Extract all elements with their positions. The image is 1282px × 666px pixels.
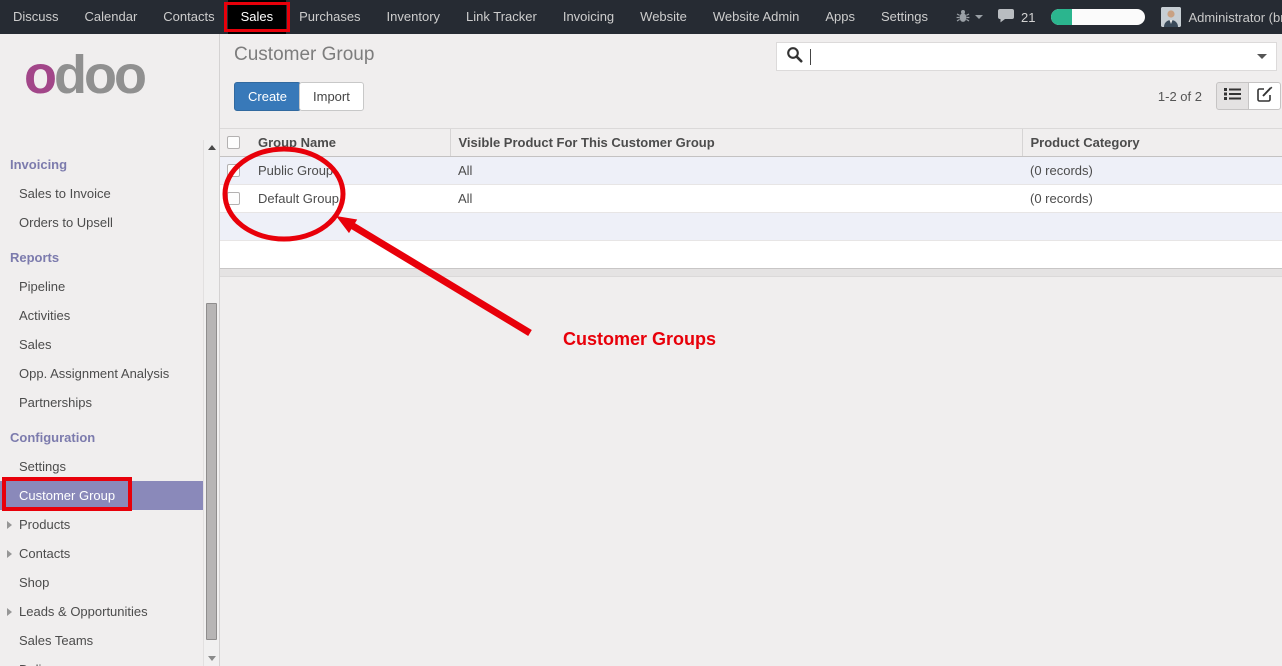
sidebar-item-shop[interactable]: Shop [0,568,204,597]
timer-progress-pill[interactable] [1051,9,1145,25]
expand-arrow-icon [7,550,12,558]
sidebar-section-configuration: Configuration [0,417,204,452]
scrollbar-thumb[interactable] [206,303,217,640]
user-menu-button[interactable]: Administrator (braintree) [1188,10,1282,25]
nav-item-website[interactable]: Website [627,0,700,34]
sidebar-item-leads-label: Leads & Opportunities [19,604,148,619]
main-content: Customer Group Create Import 1-2 of 2 [220,34,1282,666]
cell-visible-product: All [450,157,1022,185]
messages-button[interactable]: 21 [997,8,1035,27]
nav-item-website-admin[interactable]: Website Admin [700,0,812,34]
view-switcher [1216,82,1281,110]
sidebar-item-products[interactable]: Products [0,510,204,539]
table-header-row: Group Name Visible Product For This Cust… [220,129,1282,157]
pager-label: 1-2 of 2 [1158,89,1202,104]
list-view-button[interactable] [1216,82,1249,110]
edit-pencil-icon [1257,86,1273,107]
sidebar-item-delivery-label: Delivery [19,662,66,666]
sidebar-item-partnerships[interactable]: Partnerships [0,388,204,417]
sidebar-scrollbar[interactable] [203,140,219,666]
form-view-button[interactable] [1248,82,1281,110]
column-header-group-name[interactable]: Group Name [250,129,450,157]
nav-item-sales-label: Sales [241,9,274,24]
sidebar: odoo Invoicing Sales to Invoice Orders t… [0,34,220,666]
odoo-app-window: Discuss Calendar Contacts Sales Purchase… [0,0,1282,666]
row-checkbox[interactable] [227,164,240,177]
nav-item-contacts[interactable]: Contacts [150,0,227,34]
odoo-logo: odoo [24,48,144,102]
text-cursor [810,49,811,65]
column-header-product-category[interactable]: Product Category [1022,129,1282,157]
chevron-down-icon [975,15,983,19]
sidebar-item-sales-teams[interactable]: Sales Teams [0,626,204,655]
nav-item-apps[interactable]: Apps [812,0,868,34]
table-empty-row [220,241,1282,269]
sidebar-item-contacts-label: Contacts [19,546,70,561]
sidebar-item-delivery[interactable]: Delivery [0,655,204,666]
sidebar-section-reports: Reports [0,237,204,272]
sidebar-item-settings[interactable]: Settings [0,452,204,481]
odoo-logo-rest: doo [54,45,144,105]
table-row-default-group[interactable]: Default Group All (0 records) [220,185,1282,213]
sidebar-item-opp-assignment-analysis[interactable]: Opp. Assignment Analysis [0,359,204,388]
table-footer-band [220,268,1282,277]
topbar-systray: 21 Administrator (braintree) [941,0,1282,34]
search-icon [786,46,803,68]
sidebar-item-orders-to-upsell[interactable]: Orders to Upsell [0,208,204,237]
create-button[interactable]: Create [234,82,301,111]
column-header-visible-product[interactable]: Visible Product For This Customer Group [450,129,1022,157]
top-navigation-bar: Discuss Calendar Contacts Sales Purchase… [0,0,1282,34]
nav-item-sales[interactable]: Sales [228,0,287,34]
select-all-checkbox[interactable] [227,136,240,149]
sidebar-item-leads-opportunities[interactable]: Leads & Opportunities [0,597,204,626]
row-checkbox[interactable] [227,192,240,205]
nav-item-link-tracker[interactable]: Link Tracker [453,0,550,34]
list-view-icon [1224,87,1241,106]
cell-product-category: (0 records) [1022,157,1282,185]
nav-item-calendar[interactable]: Calendar [72,0,151,34]
table-empty-row [220,213,1282,241]
page-title: Customer Group [234,44,374,66]
sidebar-item-customer-group-label: Customer Group [19,488,115,503]
cell-group-name: Default Group [250,185,450,213]
nav-item-discuss[interactable]: Discuss [0,0,72,34]
nav-item-inventory[interactable]: Inventory [374,0,453,34]
sidebar-menu: Invoicing Sales to Invoice Orders to Ups… [0,144,204,666]
nav-item-invoicing[interactable]: Invoicing [550,0,627,34]
chat-bubble-icon [997,8,1016,27]
nav-item-purchases[interactable]: Purchases [286,0,373,34]
search-dropdown-caret-icon[interactable] [1257,54,1267,59]
sidebar-item-pipeline[interactable]: Pipeline [0,272,204,301]
customer-group-table: Group Name Visible Product For This Cust… [220,128,1282,269]
sidebar-item-sales-to-invoice[interactable]: Sales to Invoice [0,179,204,208]
cell-visible-product: All [450,185,1022,213]
odoo-logo-first-letter: o [24,45,54,105]
sidebar-item-contacts[interactable]: Contacts [0,539,204,568]
table-row-public-group[interactable]: Public Group All (0 records) [220,157,1282,185]
search-input[interactable] [776,42,1277,71]
bug-icon [955,8,971,27]
messages-count: 21 [1021,10,1035,25]
expand-arrow-icon [7,608,12,616]
scroll-down-arrow-icon[interactable] [208,656,216,661]
debug-menu-button[interactable] [955,8,983,27]
scroll-up-arrow-icon[interactable] [208,145,216,150]
sidebar-item-activities[interactable]: Activities [0,301,204,330]
import-button[interactable]: Import [299,82,364,111]
sidebar-section-invoicing: Invoicing [0,144,204,179]
sidebar-item-customer-group[interactable]: Customer Group [0,481,204,510]
sidebar-item-products-label: Products [19,517,70,532]
timer-progress-fill [1051,9,1072,25]
nav-item-settings[interactable]: Settings [868,0,941,34]
expand-arrow-icon [7,521,12,529]
sidebar-item-sales-report[interactable]: Sales [0,330,204,359]
cell-group-name: Public Group [250,157,450,185]
user-avatar[interactable] [1161,7,1181,27]
cell-product-category: (0 records) [1022,185,1282,213]
